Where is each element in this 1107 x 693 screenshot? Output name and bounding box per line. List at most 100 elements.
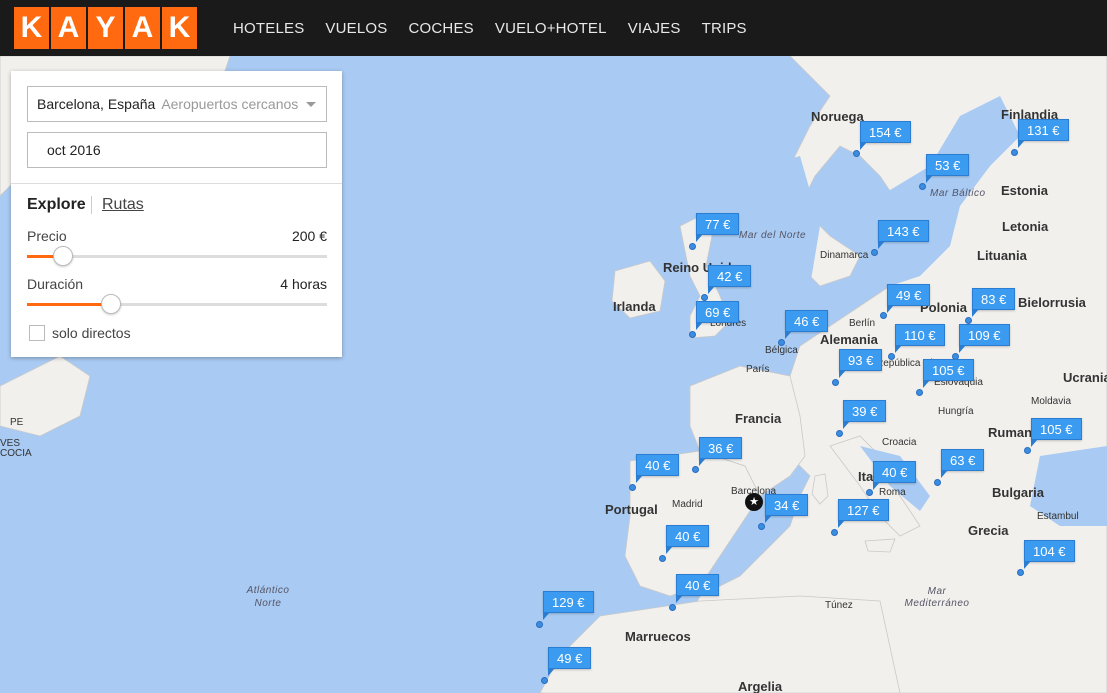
date-input[interactable]: oct 2016 bbox=[27, 132, 327, 168]
destination-dot[interactable] bbox=[880, 312, 887, 319]
price-marker[interactable]: 46 € bbox=[785, 310, 829, 339]
price-marker[interactable]: 77 € bbox=[696, 213, 740, 242]
country-label: Túnez bbox=[825, 600, 853, 611]
city-label: Estambul bbox=[1037, 511, 1079, 522]
price-slider[interactable] bbox=[27, 246, 327, 266]
destination-dot[interactable] bbox=[888, 353, 895, 360]
origin-star-icon: ★ bbox=[745, 493, 763, 511]
price-marker[interactable]: 109 € bbox=[959, 324, 1010, 353]
city-label: Berlín bbox=[849, 318, 876, 329]
price-marker[interactable]: 69 € bbox=[696, 301, 740, 330]
destination-dot[interactable] bbox=[916, 389, 923, 396]
destination-dot[interactable] bbox=[692, 466, 699, 473]
country-label: Portugal bbox=[605, 502, 658, 517]
country-label: Noruega bbox=[811, 109, 864, 124]
destination-dot[interactable] bbox=[866, 489, 873, 496]
destination-dot[interactable] bbox=[778, 339, 785, 346]
price-marker[interactable]: 36 € bbox=[699, 437, 743, 466]
chevron-down-icon[interactable] bbox=[306, 102, 316, 107]
country-label: Alemania bbox=[820, 332, 878, 347]
duration-slider-fill bbox=[27, 303, 111, 306]
price-marker[interactable]: 40 € bbox=[636, 454, 680, 483]
destination-dot[interactable] bbox=[965, 317, 972, 324]
price-marker[interactable]: 105 € bbox=[923, 359, 974, 388]
price-marker[interactable]: 40 € bbox=[666, 525, 710, 554]
duration-slider[interactable] bbox=[27, 294, 327, 314]
price-marker[interactable]: 34 € bbox=[765, 494, 809, 523]
destination-dot[interactable] bbox=[832, 379, 839, 386]
destination-dot[interactable] bbox=[1011, 149, 1018, 156]
price-marker[interactable]: 40 € bbox=[873, 461, 917, 490]
direct-only-label[interactable]: solo directos bbox=[52, 325, 131, 341]
destination-dot[interactable] bbox=[659, 555, 666, 562]
sea-label: Atlántico Norte bbox=[246, 585, 290, 609]
logo-letter: K bbox=[14, 7, 49, 49]
price-marker[interactable]: 129 € bbox=[543, 591, 594, 620]
price-marker[interactable]: 105 € bbox=[1031, 418, 1082, 447]
destination-dot[interactable] bbox=[836, 430, 843, 437]
duration-slider-handle[interactable] bbox=[101, 294, 121, 314]
nav-coches[interactable]: COCHES bbox=[408, 20, 473, 37]
nav-vuelo-hotel[interactable]: VUELO+HOTEL bbox=[495, 20, 607, 37]
nav-trips[interactable]: TRIPS bbox=[702, 20, 747, 37]
destination-dot[interactable] bbox=[701, 294, 708, 301]
country-label: Letonia bbox=[1002, 219, 1049, 234]
destination-dot[interactable] bbox=[541, 677, 548, 684]
country-label: Grecia bbox=[968, 523, 1009, 538]
destination-dot[interactable] bbox=[669, 604, 676, 611]
price-marker[interactable]: 93 € bbox=[839, 349, 883, 378]
destination-dot[interactable] bbox=[831, 529, 838, 536]
price-marker[interactable]: 104 € bbox=[1024, 540, 1075, 569]
country-label: Croacia bbox=[882, 437, 917, 448]
nav-hoteles[interactable]: HOTELES bbox=[233, 20, 304, 37]
price-marker[interactable]: 42 € bbox=[708, 265, 752, 294]
price-marker[interactable]: 40 € bbox=[676, 574, 720, 603]
price-marker[interactable]: 49 € bbox=[887, 284, 931, 313]
country-label: Marruecos bbox=[625, 629, 691, 644]
origin-input[interactable]: Barcelona, España Aeropuertos cercanos bbox=[27, 86, 327, 122]
price-marker[interactable]: 83 € bbox=[972, 288, 1016, 317]
price-marker[interactable]: 154 € bbox=[860, 121, 911, 150]
kayak-logo[interactable]: K A Y A K bbox=[14, 7, 197, 49]
logo-letter: A bbox=[51, 7, 86, 49]
price-marker[interactable]: 127 € bbox=[838, 499, 889, 528]
country-label: Irlanda bbox=[613, 299, 656, 314]
country-label: Bélgica bbox=[765, 345, 798, 356]
panel-divider bbox=[11, 183, 342, 184]
price-marker[interactable]: 110 € bbox=[895, 324, 945, 353]
country-label: Estonia bbox=[1001, 183, 1048, 198]
destination-dot[interactable] bbox=[871, 249, 878, 256]
destination-dot[interactable] bbox=[1017, 569, 1024, 576]
nav-viajes[interactable]: VIAJES bbox=[628, 20, 681, 37]
destination-dot[interactable] bbox=[934, 479, 941, 486]
nav-vuelos[interactable]: VUELOS bbox=[325, 20, 387, 37]
destination-dot[interactable] bbox=[536, 621, 543, 628]
tab-routes[interactable]: Rutas bbox=[102, 196, 144, 214]
sea-label: Mar del Norte bbox=[739, 230, 807, 241]
destination-dot[interactable] bbox=[758, 523, 765, 530]
duration-value: 4 horas bbox=[280, 276, 327, 292]
destination-dot[interactable] bbox=[689, 331, 696, 338]
country-label: Bulgaria bbox=[992, 485, 1045, 500]
explore-panel: Barcelona, España Aeropuertos cercanos oc… bbox=[11, 71, 342, 357]
price-slider-handle[interactable] bbox=[53, 246, 73, 266]
city-label: Roma bbox=[879, 487, 906, 498]
price-marker[interactable]: 49 € bbox=[548, 647, 592, 676]
destination-dot[interactable] bbox=[853, 150, 860, 157]
destination-dot[interactable] bbox=[629, 484, 636, 491]
sea-label: Mar Mediterráneo bbox=[904, 586, 970, 609]
country-label: Moldavia bbox=[1031, 396, 1072, 407]
destination-dot[interactable] bbox=[1024, 447, 1031, 454]
sea-label: Mar Báltico bbox=[930, 188, 986, 199]
tab-explore[interactable]: Explore bbox=[27, 196, 86, 214]
city-label: Dinamarca bbox=[820, 250, 869, 261]
price-marker[interactable]: 39 € bbox=[843, 400, 887, 429]
destination-dot[interactable] bbox=[689, 243, 696, 250]
price-marker[interactable]: 143 € bbox=[878, 220, 929, 249]
destination-dot[interactable] bbox=[919, 183, 926, 190]
direct-only-checkbox[interactable] bbox=[29, 325, 45, 341]
price-marker[interactable]: 53 € bbox=[926, 154, 970, 183]
price-marker[interactable]: 131 € bbox=[1018, 119, 1069, 148]
edge-label: PE bbox=[10, 417, 24, 428]
price-marker[interactable]: 63 € bbox=[941, 449, 985, 478]
